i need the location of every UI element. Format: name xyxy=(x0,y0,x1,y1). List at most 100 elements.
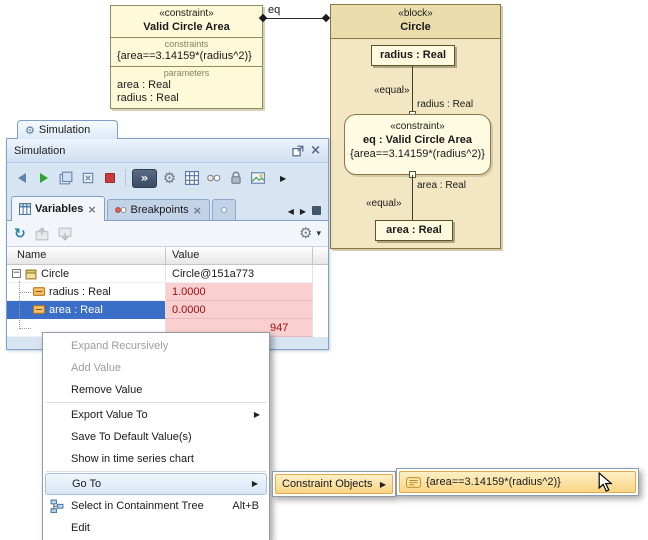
gear-icon: ⚙ xyxy=(25,125,35,136)
constraint-block-name: Valid Circle Area xyxy=(113,20,260,34)
table-row-circle[interactable]: − Circle Circle@151a773 xyxy=(7,265,328,283)
radius-part-box[interactable]: radius : Real xyxy=(371,45,455,66)
refresh-icon[interactable]: ↻ xyxy=(14,227,26,241)
menu-item-export-value-to[interactable]: Export Value To ▶ xyxy=(43,404,269,426)
context-menu: Expand Recursively Add Value Remove Valu… xyxy=(42,332,270,540)
stop-icon[interactable] xyxy=(100,167,119,189)
simulation-tab-bar: Variables × Breakpoints × ◀ ▶ xyxy=(7,193,328,221)
simulation-panel-tab[interactable]: ⚙ Simulation xyxy=(17,120,118,139)
constraint-property-expression: {area==3.14159*(radius^2)} xyxy=(345,147,490,161)
menu-item-expand-recursively: Expand Recursively xyxy=(43,335,269,357)
toolbar-separator xyxy=(125,169,126,187)
table-body: − Circle Circle@151a773 xyxy=(7,265,328,337)
constraint-block-stereotype: «constraint» xyxy=(113,8,260,20)
constraint-block[interactable]: «constraint» Valid Circle Area constrain… xyxy=(110,5,263,109)
area-end-label: area : Real xyxy=(417,180,466,191)
column-header-value[interactable]: Value xyxy=(166,247,313,264)
binding-connector-top[interactable] xyxy=(412,66,413,115)
export-image-icon[interactable] xyxy=(248,167,267,189)
tab-partial[interactable] xyxy=(212,199,236,220)
containment-tree-icon xyxy=(50,499,64,513)
cell-name[interactable]: − Circle xyxy=(7,265,166,283)
settings-gear-icon[interactable]: ⚙ xyxy=(160,167,179,189)
red-square-shape xyxy=(105,173,115,183)
step-into-icon[interactable] xyxy=(78,167,97,189)
cell-value[interactable]: 1.0000 xyxy=(166,283,313,301)
variables-toolbar: ↻ ⚙ ▾ xyxy=(7,221,328,247)
simulation-toolbar: » ⚙ ▶ xyxy=(7,163,328,193)
tab-breakpoints-label: Breakpoints xyxy=(131,204,189,216)
constraint-instance-icon xyxy=(406,477,421,488)
menu-item-edit[interactable]: Edit xyxy=(43,517,269,539)
menu-item-select-in-containment-tree[interactable]: Select in Containment Tree Alt+B xyxy=(43,495,269,517)
parameters-compartment-label: parameters xyxy=(115,68,258,79)
tab-variables[interactable]: Variables × xyxy=(11,196,105,221)
screenshot: «constraint» Valid Circle Area constrain… xyxy=(0,0,648,540)
column-header-name[interactable]: Name xyxy=(7,247,166,264)
close-icon[interactable]: × xyxy=(193,205,202,216)
close-icon[interactable]: × xyxy=(310,144,321,157)
row-value: 1.0000 xyxy=(172,286,206,298)
tab-scroll-right-icon[interactable]: ▶ xyxy=(297,207,309,220)
menu-item-constraint-objects[interactable]: Constraint Objects ▶ xyxy=(275,474,393,494)
menu-item-label: Edit xyxy=(71,522,90,534)
step-over-icon[interactable] xyxy=(56,167,75,189)
parameter-radius: radius : Real xyxy=(115,92,258,105)
step-back-icon[interactable] xyxy=(12,167,31,189)
breakpoints-toggle-icon[interactable] xyxy=(204,167,223,189)
equal-stereotype-top: «equal» xyxy=(374,85,410,96)
variables-table: Name Value − Circle Circle@151a773 xyxy=(7,247,328,337)
menu-item-save-to-default-values[interactable]: Save To Default Value(s) xyxy=(43,426,269,448)
table-row-area[interactable]: area : Real 0.0000 xyxy=(7,301,328,319)
constraint-property-name: eq : Valid Circle Area xyxy=(345,133,490,147)
options-gear-icon[interactable]: ⚙ xyxy=(299,226,312,241)
constraint-property[interactable]: «constraint» eq : Valid Circle Area {are… xyxy=(344,114,491,175)
cell-name[interactable]: radius : Real xyxy=(7,283,166,301)
menu-item-label: Save To Default Value(s) xyxy=(71,431,192,443)
cell-name[interactable]: area : Real xyxy=(7,301,166,319)
close-icon[interactable]: × xyxy=(87,204,96,215)
mouse-cursor xyxy=(598,472,613,493)
go-to-submenu: Constraint Objects ▶ xyxy=(272,471,396,497)
layout-grid-icon[interactable] xyxy=(182,167,201,189)
cell-value[interactable]: 0.0000 xyxy=(166,301,313,319)
constraint-block-header: «constraint» Valid Circle Area xyxy=(111,6,262,37)
table-row-radius[interactable]: radius : Real 1.0000 xyxy=(7,283,328,301)
circle-block-stereotype: «block» xyxy=(333,8,498,20)
lock-icon[interactable] xyxy=(226,167,245,189)
more-commands-button[interactable]: » xyxy=(132,169,157,188)
minus-glyph: − xyxy=(13,270,21,277)
tab-scroll-left-icon[interactable]: ◀ xyxy=(285,207,297,220)
menu-separator xyxy=(46,402,266,403)
dropdown-caret-icon[interactable]: ▾ xyxy=(316,229,321,239)
simulation-panel-tab-label: Simulation xyxy=(39,124,90,136)
menu-item-remove-value[interactable]: Remove Value xyxy=(43,379,269,401)
menu-item-show-in-time-series-chart[interactable]: Show in time series chart xyxy=(43,448,269,470)
eq-connector[interactable] xyxy=(262,18,329,19)
tab-breakpoints[interactable]: Breakpoints × xyxy=(107,199,210,220)
binding-connector-bottom[interactable] xyxy=(412,175,413,221)
row-name: area : Real xyxy=(49,304,103,316)
cell-value[interactable]: Circle@151a773 xyxy=(166,265,313,283)
area-part-box[interactable]: area : Real xyxy=(375,220,453,241)
simulation-window: Simulation × » ⚙ xyxy=(6,138,329,350)
constraint-property-stereotype: «constraint» xyxy=(345,121,490,133)
value-property-icon xyxy=(33,305,45,314)
constraints-compartment: constraints {area==3.14159*(radius^2)} xyxy=(111,37,262,66)
tree-expander-icon[interactable]: − xyxy=(12,269,21,278)
menu-item-label: Remove Value xyxy=(71,384,142,396)
tab-variables-label: Variables xyxy=(35,203,83,215)
constraints-compartment-label: constraints xyxy=(115,39,258,50)
menu-item-label: Expand Recursively xyxy=(71,340,168,352)
row-value: 947 xyxy=(270,322,288,334)
play-icon[interactable] xyxy=(34,167,53,189)
radius-end-label: radius : Real xyxy=(417,99,473,110)
toolbar-overflow-icon[interactable]: ▶ xyxy=(280,174,286,183)
eq-connector-label: eq xyxy=(268,4,280,16)
tab-list-icon[interactable] xyxy=(312,206,321,215)
menu-item-go-to[interactable]: Go To ▶ xyxy=(45,473,267,495)
menu-separator xyxy=(46,471,266,472)
block-instance-icon xyxy=(25,268,37,280)
tree-branch-line xyxy=(19,328,31,329)
float-window-icon[interactable] xyxy=(292,145,304,157)
